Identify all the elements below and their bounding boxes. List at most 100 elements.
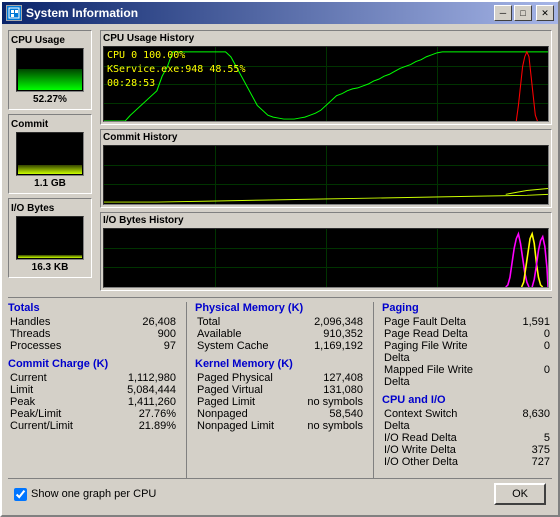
cpu-io-group: CPU and I/O Context Switch Delta 8,630 I… [382,394,552,468]
window-title: System Information [26,6,138,20]
minimize-button[interactable]: ─ [494,5,512,21]
km-value-4: no symbols [293,420,363,432]
ci-value-1: 5 [480,432,550,444]
pg-label-1: Page Read Delta [384,328,468,340]
io-bytes-label: I/O Bytes [11,203,54,214]
bottom-bar: Show one graph per CPU OK [8,478,552,509]
top-section: CPU Usage 52.27% Commit 1.1 GB I/O [8,30,552,291]
cpu-history-label: CPU Usage History [103,33,549,44]
cpu-info-text: CPU 0 100.00% KService.exe:948 48.55% 00… [107,49,245,91]
ci-row-1: I/O Read Delta 5 [382,432,552,444]
commit-charge-group: Commit Charge (K) Current 1,112,980 Limi… [8,358,178,432]
io-history-svg [104,229,548,287]
content-area: CPU Usage 52.27% Commit 1.1 GB I/O [2,24,558,515]
commit-label: Commit [11,119,48,130]
kernel-memory-group: Kernel Memory (K) Paged Physical 127,408… [195,358,365,432]
cpu-usage-bar-container [16,48,84,92]
km-label-0: Paged Physical [197,372,273,384]
data-column-3: Paging Page Fault Delta 1,591 Page Read … [382,302,552,478]
cc-label-3: Peak/Limit [10,408,61,420]
show-graph-checkbox[interactable] [14,488,27,501]
maximize-button[interactable]: □ [514,5,532,21]
totals-title: Totals [8,302,178,314]
km-value-2: no symbols [293,396,363,408]
pm-label-0: Total [197,316,220,328]
main-window: System Information ─ □ ✕ CPU Usage 52.27… [0,0,560,517]
cc-value-4: 21.89% [106,420,176,432]
cc-value-3: 27.76% [106,408,176,420]
cpu-io-title: CPU and I/O [382,394,552,406]
cc-label-1: Limit [10,384,33,396]
commit-bar [18,165,82,174]
totals-row-0: Handles 26,408 [8,316,178,328]
cc-value-0: 1,112,980 [106,372,176,384]
io-history-panel: I/O Bytes History [100,212,552,291]
commit-history-graph [103,145,549,205]
checkbox-label: Show one graph per CPU [31,488,156,500]
cc-value-2: 1,411,260 [106,396,176,408]
km-value-3: 58,540 [293,408,363,420]
totals-value-0: 26,408 [106,316,176,328]
totals-value-1: 900 [106,328,176,340]
physical-memory-title: Physical Memory (K) [195,302,365,314]
io-history-graph [103,228,549,288]
kernel-memory-title: Kernel Memory (K) [195,358,365,370]
commit-charge-title: Commit Charge (K) [8,358,178,370]
cc-row-4: Current/Limit 21.89% [8,420,178,432]
pg-row-1: Page Read Delta 0 [382,328,552,340]
pg-label-0: Page Fault Delta [384,316,466,328]
divider-1 [186,302,187,478]
data-section: Totals Handles 26,408 Threads 900 Proces… [8,297,552,478]
divider-2 [373,302,374,478]
cc-row-0: Current 1,112,980 [8,372,178,384]
pm-label-1: Available [197,328,241,340]
cpu-usage-bar [18,69,82,90]
km-value-1: 131,080 [293,384,363,396]
pm-row-2: System Cache 1,169,192 [195,340,365,352]
close-button[interactable]: ✕ [536,5,554,21]
km-label-4: Nonpaged Limit [197,420,274,432]
commit-history-svg [104,146,548,204]
km-label-1: Paged Virtual [197,384,263,396]
totals-row-2: Processes 97 [8,340,178,352]
io-bytes-bar-container [16,216,84,260]
km-row-3: Nonpaged 58,540 [195,408,365,420]
cpu-info-line1: CPU 0 100.00% [107,49,245,63]
pg-row-2: Paging File Write Delta 0 [382,340,552,364]
physical-memory-group: Physical Memory (K) Total 2,096,348 Avai… [195,302,365,352]
pm-row-1: Available 910,352 [195,328,365,340]
paging-group: Paging Page Fault Delta 1,591 Page Read … [382,302,552,388]
km-row-1: Paged Virtual 131,080 [195,384,365,396]
ok-button[interactable]: OK [494,483,546,505]
commit-value: 1.1 GB [34,178,66,189]
ci-value-3: 727 [480,456,550,468]
totals-group: Totals Handles 26,408 Threads 900 Proces… [8,302,178,352]
totals-label-0: Handles [10,316,50,328]
cc-label-4: Current/Limit [10,420,73,432]
pg-label-2: Paging File Write Delta [384,340,480,364]
ci-row-0: Context Switch Delta 8,630 [382,408,552,432]
cc-row-3: Peak/Limit 27.76% [8,408,178,420]
right-panels: CPU Usage History CPU 0 100.00% KService… [100,30,552,291]
cpu-usage-value: 52.27% [33,94,67,105]
cc-label-2: Peak [10,396,35,408]
checkbox-area[interactable]: Show one graph per CPU [14,488,156,501]
cc-value-1: 5,084,444 [106,384,176,396]
cpu-history-graph: CPU 0 100.00% KService.exe:948 48.55% 00… [103,46,549,122]
totals-label-1: Threads [10,328,50,340]
pg-row-3: Mapped File Write Delta 0 [382,364,552,388]
pg-value-3: 0 [480,364,550,388]
ci-label-2: I/O Write Delta [384,444,456,456]
pm-row-0: Total 2,096,348 [195,316,365,328]
ci-value-2: 375 [480,444,550,456]
ci-row-3: I/O Other Delta 727 [382,456,552,468]
title-bar-buttons: ─ □ ✕ [494,5,554,21]
km-value-0: 127,408 [293,372,363,384]
totals-label-2: Processes [10,340,61,352]
pm-value-0: 2,096,348 [293,316,363,328]
commit-history-panel: Commit History [100,129,552,208]
cpu-info-line3: 00:28:53 [107,77,245,91]
window-icon [6,5,22,21]
cpu-info-line2: KService.exe:948 48.55% [107,63,245,77]
km-label-2: Paged Limit [197,396,255,408]
